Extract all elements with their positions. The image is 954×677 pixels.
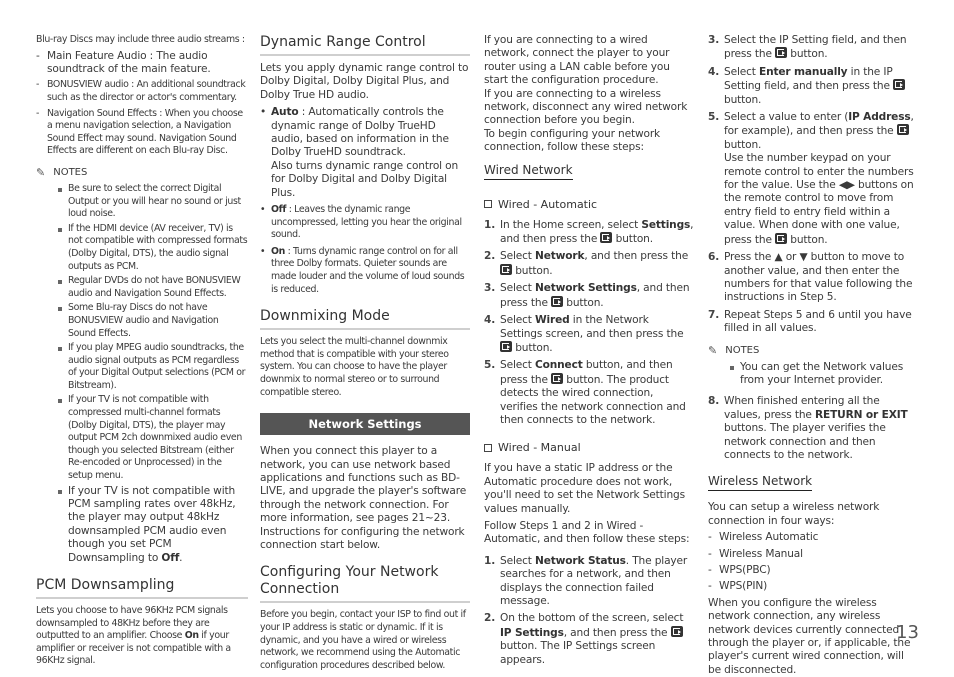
stream-item: Main Feature Audio : The audio soundtrac…	[36, 50, 248, 77]
wireless-way: WPS(PBC)	[708, 564, 918, 578]
network-intro: When you connect this player to a networ…	[260, 445, 467, 552]
manual-step: 3. Select the IP Setting field, and then …	[708, 34, 907, 61]
wireless-way: Wireless Automatic	[708, 531, 918, 545]
note-item: Some Blu-ray Discs do not have BONUSVIEW…	[36, 302, 248, 340]
manual-step: 1. Select Network Status. The player sear…	[484, 554, 688, 607]
enter-button-icon	[775, 47, 788, 59]
section-heading-downmixing: Downmixing Mode	[260, 308, 470, 331]
manual-step: 7. Repeat Steps 5 and 6 until you have fi…	[708, 308, 912, 335]
enter-button-icon	[893, 79, 906, 91]
stream-item: Navigation Sound Effects : When you choo…	[36, 108, 248, 158]
page-number: 13	[896, 622, 919, 643]
checkbox-icon	[484, 200, 492, 209]
drc-option-on: On : Turns dynamic range control on for …	[260, 246, 470, 296]
automatic-step: 2. Select Network, and then press the but…	[484, 250, 689, 277]
drc-option-off: Off : Leaves the dynamic range uncompres…	[260, 204, 470, 242]
downmix-description: Lets you select the multi-channel downmi…	[260, 336, 449, 398]
manual-step: 8. When finished entering all the values,…	[708, 395, 908, 461]
section-heading-pcm-downsampling: PCM Downsampling	[36, 577, 248, 600]
automatic-step: 3. Select Network Settings, and then pres…	[484, 282, 690, 309]
manual-follow: Follow Steps 1 and 2 in Wired - Automati…	[484, 519, 690, 546]
notes-label: NOTES	[725, 344, 760, 356]
begin-intro: To begin configuring your network connec…	[484, 127, 661, 154]
network-settings-banner: Network Settings	[260, 413, 470, 436]
column-2: Dynamic Range Control Lets you apply dyn…	[260, 34, 470, 672]
wired-network-heading: Wired Network	[484, 163, 573, 180]
manual-step: 6. Press the ▲ or ▼ button to move to ano…	[708, 251, 913, 304]
pencil-icon: ✎	[36, 165, 46, 179]
note-item: If your TV is not compatible with PCM sa…	[36, 485, 248, 565]
enter-button-icon	[551, 295, 564, 307]
enter-button-icon	[500, 263, 512, 275]
wireless-outro: When you configure the wireless network …	[708, 596, 911, 676]
automatic-step: 1. In the Home screen, select Settings, a…	[484, 218, 694, 246]
note-item: Regular DVDs do not have BONUSVIEW audio…	[36, 275, 248, 300]
note-item: If you play MPEG audio soundtracks, the …	[36, 342, 248, 392]
wireless-way: Wireless Manual	[708, 548, 918, 562]
manual-step: 4. Select Enter manually in the IP Settin…	[708, 66, 918, 107]
enter-button-icon	[551, 372, 564, 384]
section-heading-configuring: Configuring Your Network Connection	[260, 564, 470, 604]
notes-header: ✎ NOTES	[36, 166, 248, 179]
audio-streams-intro: Blu-ray Discs may include three audio st…	[36, 34, 245, 45]
wired-automatic-heading: Wired - Automatic	[484, 198, 694, 211]
column-4: 3. Select the IP Setting field, and then …	[708, 34, 918, 677]
enter-button-icon	[500, 340, 512, 352]
note-item: If your TV is not compatible with compre…	[36, 394, 248, 482]
pcm-description: Lets you choose to have 96KHz PCM signal…	[36, 605, 231, 667]
drc-option-auto: Auto : Automatically controls the dynami…	[260, 106, 470, 200]
wireless-intro: If you are connecting to a wireless netw…	[484, 87, 688, 127]
checkbox-icon	[484, 443, 492, 452]
section-heading-dynamic-range: Dynamic Range Control	[260, 34, 470, 56]
automatic-step: 4. Select Wired in the Network Settings s…	[484, 314, 684, 354]
enter-button-icon	[600, 232, 613, 244]
enter-button-icon	[775, 232, 788, 244]
manual-step: 5. Select a value to enter (IP Address, f…	[708, 111, 914, 246]
notes-header: ✎ NOTES	[708, 344, 918, 357]
stream-item: BONUSVIEW audio : An additional soundtra…	[36, 79, 248, 104]
manual-intro: If you have a static IP address or the A…	[484, 462, 685, 515]
wired-manual-heading: Wired - Manual	[484, 441, 694, 454]
drc-intro: Lets you apply dynamic range control to …	[260, 62, 469, 101]
notes-label: NOTES	[53, 166, 88, 178]
automatic-step: 5. Select Connect button, and then press …	[484, 359, 686, 426]
note-item: If the HDMI device (AV receiver, TV) is …	[36, 223, 248, 273]
wireless-description: You can setup a wireless network connect…	[708, 501, 880, 527]
wireless-network-heading: Wireless Network	[708, 474, 813, 492]
column-1: Blu-ray Discs may include three audio st…	[36, 34, 248, 668]
note-item: Be sure to select the correct Digital Ou…	[36, 183, 248, 221]
enter-button-icon	[896, 124, 909, 136]
wired-intro: If you are connecting to a wired network…	[484, 34, 670, 87]
note-item: You can get the Network values from your…	[708, 361, 918, 388]
enter-button-icon	[670, 625, 683, 637]
pencil-icon: ✎	[708, 343, 718, 357]
wireless-way: WPS(PIN)	[708, 580, 918, 594]
config-description: Before you begin, contact your ISP to fi…	[260, 609, 466, 671]
manual-step: 2. On the bottom of the screen, select IP…	[484, 612, 684, 666]
column-3: If you are connecting to a wired network…	[484, 34, 694, 667]
